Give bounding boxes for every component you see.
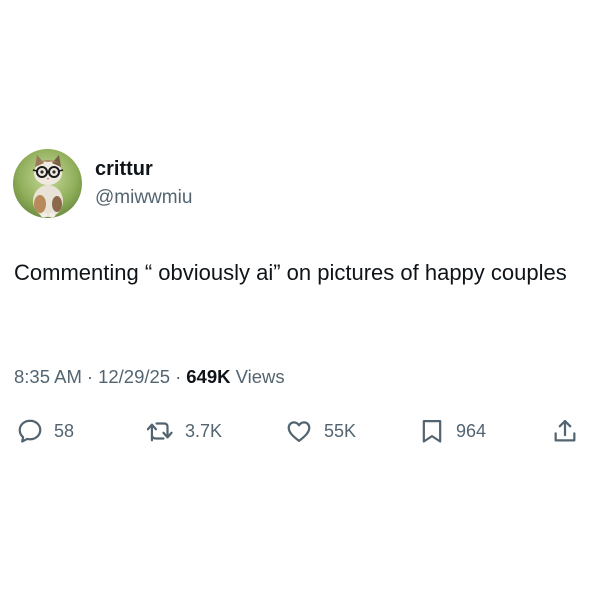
author-handle[interactable]: @miwwmiu [95,186,192,210]
repost-icon [146,422,173,442]
avatar[interactable] [13,149,82,218]
tweet-actions: 58 3.7K 55K 964 [0,414,600,448]
views-label: Views [235,366,285,387]
heart-icon [287,421,311,443]
author-display-name[interactable]: crittur [95,157,153,181]
cat-avatar-icon [13,149,82,218]
meta-separator: · [175,366,182,387]
tweet: crittur @miwwmiu Commenting “ obviously … [0,0,600,600]
like-button[interactable]: 55K [284,414,356,448]
bookmark-count: 964 [456,420,487,441]
reply-button[interactable]: 58 [16,414,74,448]
meta-separator: · [86,366,94,387]
repost-count: 3.7K [185,420,223,441]
views-count: 649K [186,366,231,387]
like-count: 55K [324,420,357,441]
tweet-meta: 8:35 AM · 12/29/25 · 649K Views [14,365,285,389]
bookmark-icon [422,419,442,443]
reply-count: 58 [54,420,75,441]
bookmark-button[interactable]: 964 [418,414,486,448]
share-icon [554,419,576,442]
tweet-time[interactable]: 8:35 AM [14,366,82,387]
tweet-date[interactable]: 12/29/25 [98,366,170,387]
reply-icon [18,419,42,443]
tweet-text: Commenting “ obviously ai” on pictures o… [14,260,567,285]
repost-button[interactable]: 3.7K [145,414,222,448]
share-button[interactable] [551,414,579,448]
